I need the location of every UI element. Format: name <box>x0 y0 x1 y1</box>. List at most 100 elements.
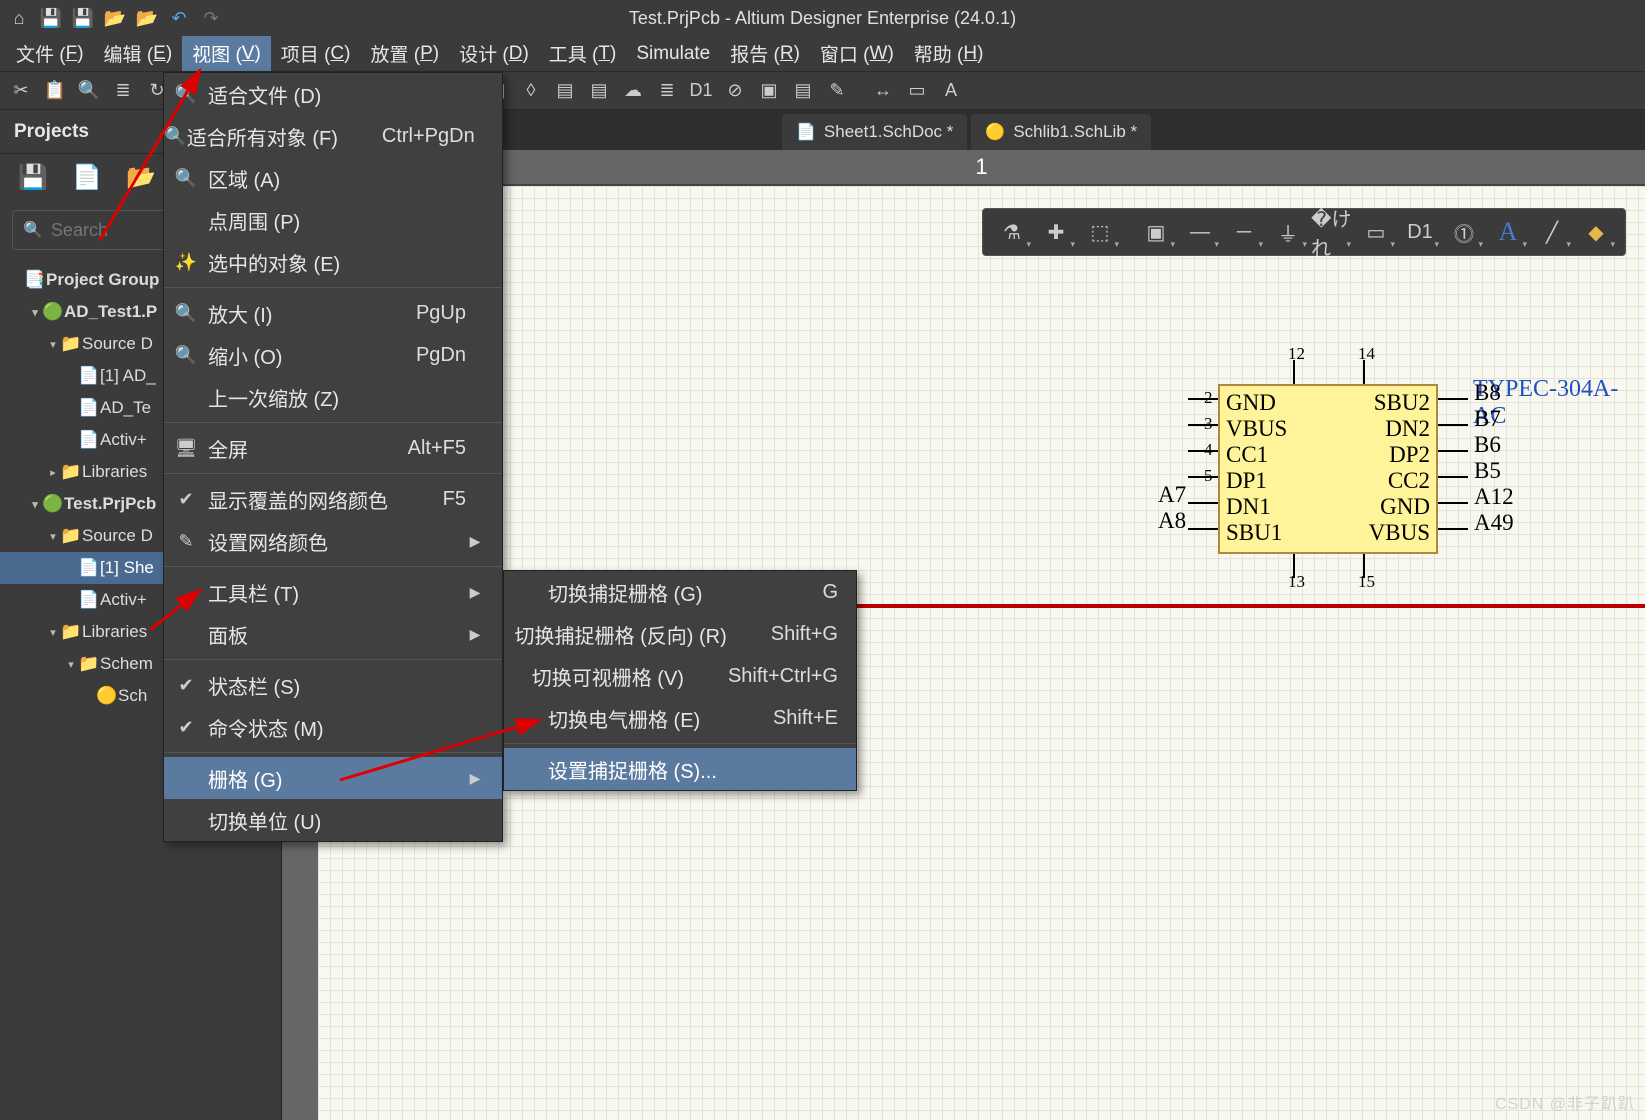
diff2-icon[interactable]: ▣ <box>754 76 784 106</box>
pin-number: A12 <box>1474 484 1514 510</box>
dim-icon[interactable]: ↔ <box>868 76 898 106</box>
redo-icon[interactable]: ↷ <box>198 5 224 31</box>
pin-label: SBU2 <box>1374 390 1430 416</box>
menu-E[interactable]: 编辑 (E) <box>94 36 183 71</box>
component-body[interactable]: GNDVBUSCC1DP1DN1SBU1SBU2DN2DP2CC2GNDVBUS <box>1218 384 1438 554</box>
copy-icon[interactable]: 📋 <box>40 76 70 106</box>
diff-icon[interactable]: D1 <box>686 76 716 106</box>
pin-label: DN1 <box>1226 494 1271 520</box>
cross-icon[interactable]: ✚▾ <box>1035 212 1077 252</box>
grid-submenu[interactable]: 切换捕捉栅格 (G)G切换捕捉栅格 (反向) (R)Shift+G切换可视栅格 … <box>503 570 857 791</box>
pin-icon[interactable]: —▾ <box>1179 212 1221 252</box>
document-tab[interactable]: 📄Sheet1.SchDoc * <box>782 114 967 150</box>
menu-item[interactable]: 切换捕捉栅格 (反向) (R)Shift+G <box>504 613 856 655</box>
open-folder-icon[interactable]: 📂 <box>126 163 158 195</box>
pin-label: CC1 <box>1226 442 1268 468</box>
menu-W[interactable]: 窗口 (W) <box>810 36 904 71</box>
menu-item[interactable]: ✔命令状态 (M) <box>164 706 502 748</box>
dp-icon[interactable]: D1▾ <box>1399 212 1441 252</box>
sheet-icon[interactable]: ▤ <box>550 76 580 106</box>
net-icon[interactable]: �けれ▾ <box>1311 212 1353 252</box>
pin-number: B6 <box>1474 432 1501 458</box>
menu-item[interactable]: 切换可视栅格 (V)Shift+Ctrl+G <box>504 655 856 697</box>
menu-item[interactable]: 栅格 (G)▶ <box>164 757 502 799</box>
warn-icon[interactable]: ⓵▾ <box>1443 212 1485 252</box>
save-icon[interactable]: 💾 <box>18 163 50 195</box>
home-icon[interactable]: ⌂ <box>6 5 32 31</box>
no-icon[interactable]: ⊘ <box>720 76 750 106</box>
menu-item[interactable]: 切换电气栅格 (E)Shift+E <box>504 697 856 739</box>
search-icon: 🔍 <box>23 220 43 240</box>
cut-icon[interactable]: ✂ <box>6 76 36 106</box>
pin-icon[interactable]: ◊ <box>516 76 546 106</box>
menu-item[interactable]: 切换捕捉栅格 (G)G <box>504 571 856 613</box>
menu-H[interactable]: 帮助 (H) <box>904 36 994 71</box>
gnd-icon[interactable]: ⏚▾ <box>1267 212 1309 252</box>
menu-item[interactable]: 🔍缩小 (O)PgDn <box>164 334 502 376</box>
menu-Simulate[interactable]: Simulate <box>626 36 720 71</box>
text-icon[interactable]: A▾ <box>1487 212 1529 252</box>
menu-item[interactable]: 🔍适合文件 (D) <box>164 73 502 115</box>
menu-item[interactable]: 设置捕捉栅格 (S)... <box>504 748 856 790</box>
undo-icon[interactable]: ↶ <box>166 5 192 31</box>
sheet3-icon[interactable]: ▤ <box>788 76 818 106</box>
menu-item[interactable]: ✔状态栏 (S) <box>164 664 502 706</box>
view-menu[interactable]: 🔍适合文件 (D)🔍适合所有对象 (F)Ctrl+PgDn🔍区域 (A)点周围 … <box>163 72 503 842</box>
ic-icon[interactable]: ▣▾ <box>1135 212 1177 252</box>
menu-D[interactable]: 设计 (D) <box>449 36 539 71</box>
menu-item[interactable]: 点周围 (P) <box>164 199 502 241</box>
menu-item[interactable]: ✨选中的对象 (E) <box>164 241 502 283</box>
copy-icon[interactable]: 📄 <box>72 163 104 195</box>
pin-number: 2 <box>1204 388 1213 408</box>
pin-label: GND <box>1380 494 1430 520</box>
pin-label: VBUS <box>1226 416 1287 442</box>
wire-icon[interactable]: ─▾ <box>1223 212 1265 252</box>
select-icon[interactable]: ⬚▾ <box>1079 212 1121 252</box>
menu-R[interactable]: 报告 (R) <box>720 36 810 71</box>
menu-item[interactable]: 面板▶ <box>164 613 502 655</box>
menu-item[interactable]: ✔显示覆盖的网络颜色F5 <box>164 478 502 520</box>
watermark: CSDN @非子趴趴 <box>1495 1090 1635 1114</box>
pin-number: 13 <box>1288 572 1305 592</box>
menu-item[interactable]: 上一次缩放 (Z) <box>164 376 502 418</box>
poly-icon[interactable]: ◆▾ <box>1575 212 1617 252</box>
open-icon[interactable]: 📂 <box>102 5 128 31</box>
floating-toolbar: ⚗▾✚▾⬚▾ ▣▾—▾─▾⏚▾�けれ▾▭▾D1▾⓵▾A▾╱▾◆▾ <box>982 208 1626 256</box>
rect-icon[interactable]: ▭ <box>902 76 932 106</box>
menu-F[interactable]: 文件 (F) <box>6 36 94 71</box>
menu-C[interactable]: 项目 (C) <box>271 36 361 71</box>
draw-icon[interactable]: ╱▾ <box>1531 212 1573 252</box>
cloud-icon[interactable]: ☁ <box>618 76 648 106</box>
menu-item[interactable]: 🖥全屏Alt+F5 <box>164 427 502 469</box>
menu-V[interactable]: 视图 (V) <box>182 36 271 71</box>
save-icon[interactable]: 💾 <box>38 5 64 31</box>
pin-number: 5 <box>1204 466 1213 486</box>
port-icon[interactable]: ▭▾ <box>1355 212 1397 252</box>
menu-T[interactable]: 工具 (T) <box>539 36 627 71</box>
pin-label: GND <box>1226 390 1276 416</box>
sheet2-icon[interactable]: ▤ <box>584 76 614 106</box>
pin-number: B5 <box>1474 458 1501 484</box>
menu-item[interactable]: 🔍区域 (A) <box>164 157 502 199</box>
ruler-top: 1 <box>318 150 1645 186</box>
pin-number: A7 <box>1158 482 1186 508</box>
menu-item[interactable]: 🔍适合所有对象 (F)Ctrl+PgDn <box>164 115 502 157</box>
open-project-icon[interactable]: 📂 <box>134 5 160 31</box>
menu-item[interactable]: 工具栏 (T)▶ <box>164 571 502 613</box>
text-icon[interactable]: A <box>936 76 966 106</box>
menu-item[interactable]: 切换单位 (U) <box>164 799 502 841</box>
zoom-icon[interactable]: 🔍 <box>74 76 104 106</box>
harness3-icon[interactable]: ≣ <box>652 76 682 106</box>
menu-P[interactable]: 放置 (P) <box>360 36 449 71</box>
menu-item[interactable]: ✎设置网络颜色▶ <box>164 520 502 562</box>
layers-icon[interactable]: ≣ <box>108 76 138 106</box>
filter-icon[interactable]: ⚗▾ <box>991 212 1033 252</box>
quick-access-bar: ⌂ 💾 💾 📂 📂 ↶ ↷ Test.PrjPcb - Altium Desig… <box>0 0 1645 36</box>
document-tab[interactable]: 🟡Schlib1.SchLib * <box>971 114 1151 150</box>
pin-number: 12 <box>1288 344 1305 364</box>
menu-item[interactable]: 🔍放大 (I)PgUp <box>164 292 502 334</box>
edit-icon[interactable]: ✎ <box>822 76 852 106</box>
pin-number: B7 <box>1474 406 1501 432</box>
main-menu-bar: 文件 (F)编辑 (E)视图 (V)项目 (C)放置 (P)设计 (D)工具 (… <box>0 36 1645 72</box>
save-all-icon[interactable]: 💾 <box>70 5 96 31</box>
